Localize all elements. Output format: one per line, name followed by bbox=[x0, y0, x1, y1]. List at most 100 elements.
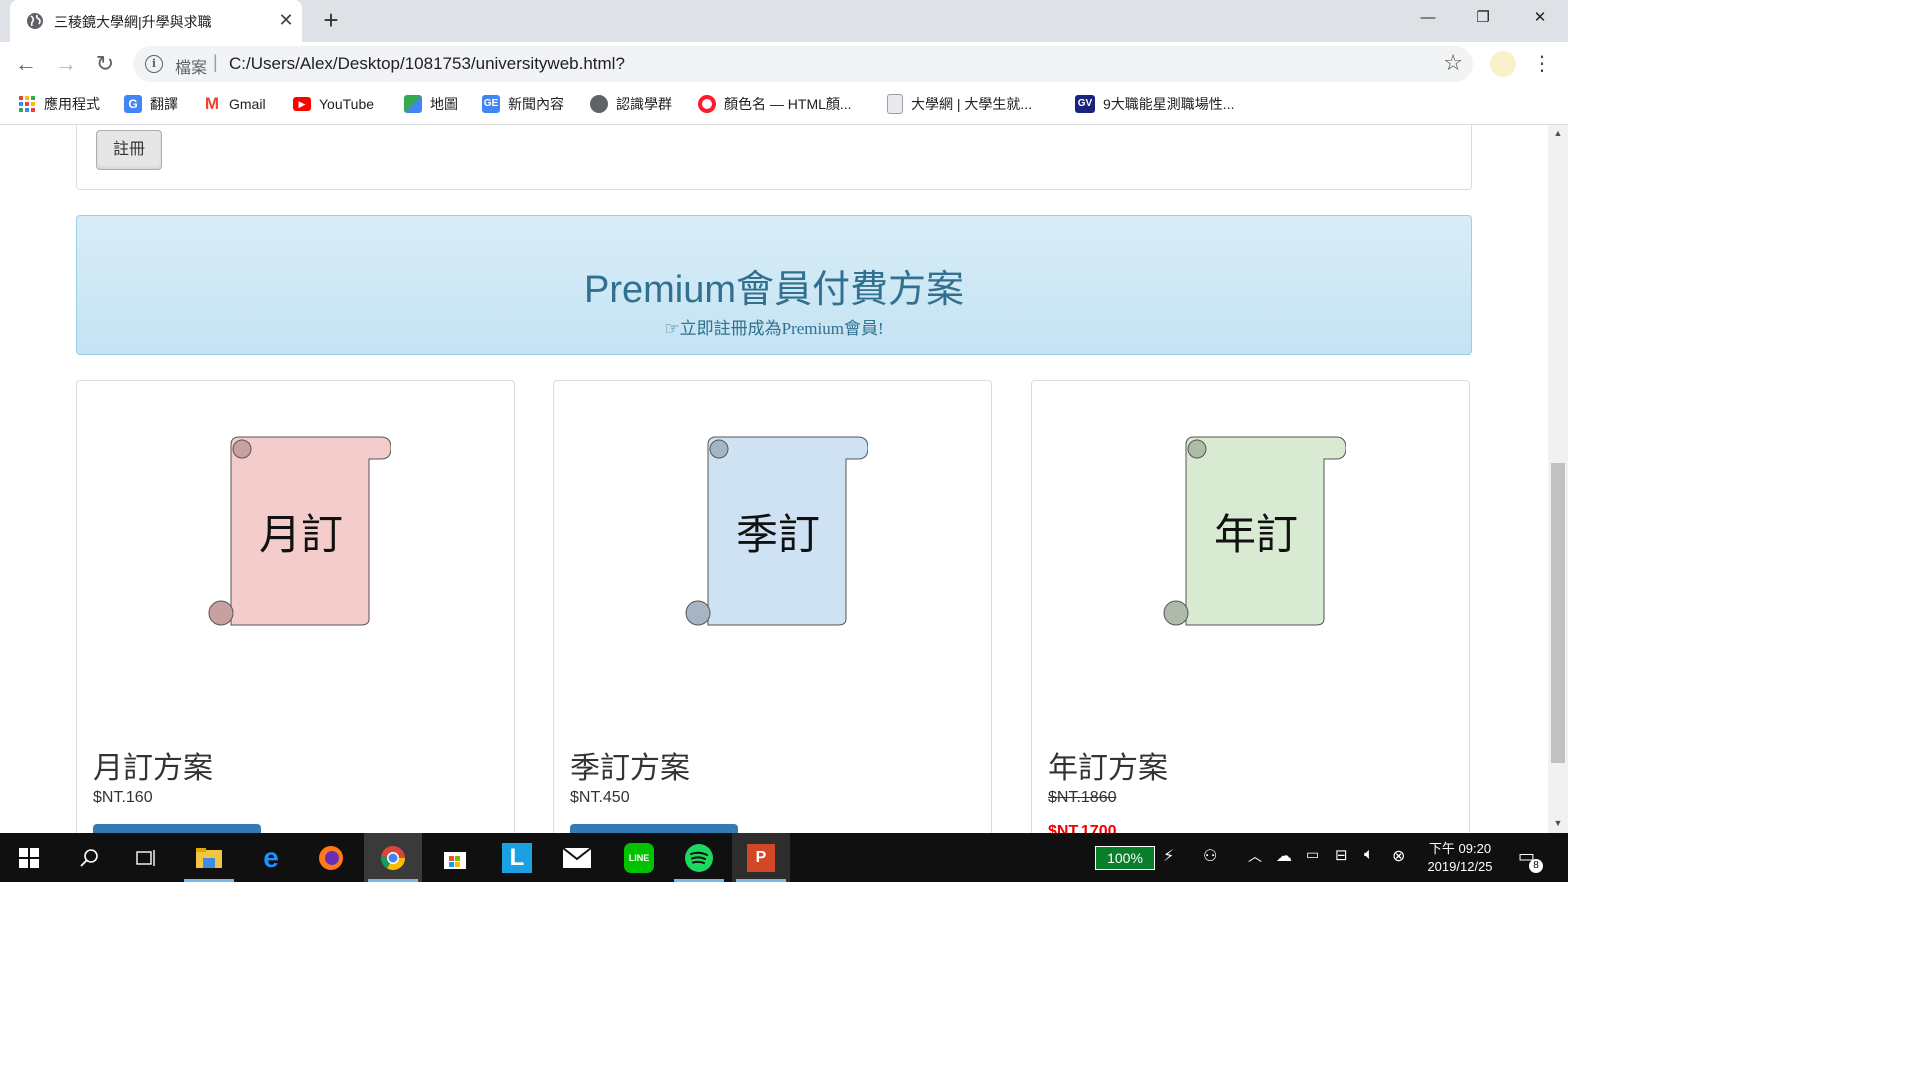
windows-taskbar: e L LINE P 100% ⚡ ⚇ ︿ ☁ ▭ ⊟ 🔈︎ ⊗ 下午 09:2… bbox=[0, 833, 1568, 882]
scroll-image-monthly: 月訂 bbox=[208, 436, 391, 626]
scroll-image-quarterly: 季訂 bbox=[685, 436, 868, 626]
line-icon: LINE bbox=[624, 842, 654, 873]
profile-avatar[interactable] bbox=[1490, 51, 1516, 77]
mute-x-icon[interactable]: ⊗ bbox=[1392, 846, 1405, 866]
scroll-label: 年訂 bbox=[1214, 510, 1298, 559]
start-button[interactable] bbox=[0, 833, 58, 882]
menu-dots-icon[interactable]: ⋮ bbox=[1532, 50, 1552, 78]
bookmark-globe[interactable]: 認識學群 bbox=[590, 86, 672, 122]
maps-icon bbox=[404, 95, 422, 113]
search-button[interactable] bbox=[60, 833, 118, 882]
bookmark-label: 應用程式 bbox=[44, 96, 100, 112]
chrome-app[interactable] bbox=[364, 833, 422, 882]
tab-title: 三稜鏡大學網|升學與求職 bbox=[54, 14, 212, 30]
youtube-icon: ▶ bbox=[293, 97, 311, 111]
scroll-down-icon[interactable]: ▼ bbox=[1548, 815, 1568, 831]
bookmark-university[interactable]: 大學網 | 大學生就... bbox=[887, 86, 1032, 122]
store-icon bbox=[444, 851, 466, 869]
powerpoint-app[interactable]: P bbox=[732, 833, 790, 882]
page-viewport: 註冊 Premium會員付費方案 ☞立即註冊成為Premium會員! 月訂 月訂… bbox=[0, 125, 1548, 833]
battery-icon[interactable]: ▭ bbox=[1306, 846, 1319, 863]
subscribe-button[interactable] bbox=[570, 824, 738, 833]
edge-app[interactable]: e bbox=[242, 833, 300, 882]
document-icon bbox=[887, 94, 903, 114]
windows-logo-icon bbox=[19, 847, 39, 868]
bookmark-maps[interactable]: 地圖 bbox=[404, 86, 458, 122]
bookmark-colors[interactable]: 顏色名 — HTML顏... bbox=[698, 86, 852, 122]
hand-pointer-icon: ☞ bbox=[664, 319, 680, 339]
scrollbar-thumb[interactable] bbox=[1551, 463, 1565, 763]
bookmark-star-icon[interactable]: ☆ bbox=[1443, 50, 1463, 76]
bookmark-news[interactable]: GE 新聞內容 bbox=[482, 86, 564, 122]
browser-toolbar: ← → ↻ i 檔案 | C:/Users/Alex/Desktop/10817… bbox=[0, 42, 1568, 86]
restore-icon[interactable]: ❐ bbox=[1463, 6, 1503, 30]
bookmark-label: Gmail bbox=[229, 96, 266, 112]
folder-icon bbox=[196, 847, 222, 868]
bookmark-label: 翻譯 bbox=[150, 96, 178, 112]
tab-strip: 三稜鏡大學網|升學與求職 ✕ + — ❐ ✕ bbox=[0, 0, 1568, 42]
premium-jumbotron: Premium會員付費方案 ☞立即註冊成為Premium會員! bbox=[76, 215, 1472, 355]
file-explorer-app[interactable] bbox=[180, 833, 238, 882]
minimize-icon[interactable]: — bbox=[1408, 6, 1448, 30]
people-icon[interactable]: ⚇ bbox=[1203, 846, 1217, 866]
bookmark-label: 9大職能星測職場性... bbox=[1103, 96, 1235, 112]
network-icon[interactable]: ⊟ bbox=[1335, 846, 1348, 864]
bookmark-label: 大學網 | 大學生就... bbox=[911, 96, 1033, 112]
search-icon bbox=[80, 848, 98, 867]
spotify-app[interactable] bbox=[670, 833, 728, 882]
browser-tab[interactable]: 三稜鏡大學網|升學與求職 ✕ bbox=[10, 0, 302, 42]
bookmark-label: 認識學群 bbox=[616, 96, 672, 112]
firefox-app[interactable] bbox=[302, 833, 360, 882]
mail-app[interactable] bbox=[548, 833, 606, 882]
plan-name: 月訂方案 bbox=[93, 751, 213, 786]
gv-logo-icon: GV bbox=[1075, 95, 1095, 113]
line-app[interactable]: LINE bbox=[610, 833, 668, 882]
volume-icon[interactable]: 🔈︎ bbox=[1364, 846, 1374, 864]
clock-time[interactable]: 下午 09:20 bbox=[1418, 838, 1502, 857]
scroll-curl-bottom bbox=[1163, 600, 1189, 626]
bookmark-label: 新聞內容 bbox=[508, 96, 564, 112]
register-button[interactable]: 註冊 bbox=[96, 130, 162, 170]
spotify-icon bbox=[685, 843, 713, 872]
info-icon[interactable]: i bbox=[145, 55, 163, 73]
bookmark-career[interactable]: GV 9大職能星測職場性... bbox=[1075, 86, 1234, 122]
google-translate-icon: G bbox=[124, 95, 142, 113]
scheme-label: 檔案 bbox=[175, 60, 208, 77]
reload-icon[interactable]: ↻ bbox=[91, 50, 119, 78]
l-app-icon: L bbox=[502, 842, 532, 873]
bookmark-translate[interactable]: G 翻譯 bbox=[124, 86, 178, 122]
globe-icon bbox=[27, 13, 43, 29]
scroll-up-icon[interactable]: ▲ bbox=[1548, 125, 1568, 141]
clock-date[interactable]: 2019/12/25 bbox=[1418, 859, 1502, 874]
address-bar[interactable]: i 檔案 | C:/Users/Alex/Desktop/1081753/uni… bbox=[133, 46, 1473, 82]
url-text[interactable]: C:/Users/Alex/Desktop/1081753/university… bbox=[229, 54, 625, 74]
firefox-icon bbox=[319, 845, 343, 870]
premium-subtitle-text: 立即註冊成為Premium會員! bbox=[679, 319, 884, 338]
tab-close-icon[interactable]: ✕ bbox=[274, 8, 298, 32]
forward-icon[interactable]: → bbox=[52, 50, 80, 78]
new-tab-button[interactable]: + bbox=[318, 7, 344, 34]
globe-icon bbox=[590, 95, 608, 113]
powerpoint-icon: P bbox=[747, 843, 775, 872]
chevron-up-icon[interactable]: ︿ bbox=[1248, 846, 1262, 866]
page-scrollbar[interactable]: ▲ ▼ bbox=[1548, 125, 1568, 833]
edge-icon: e bbox=[263, 841, 279, 873]
bookmark-gmail[interactable]: M Gmail bbox=[203, 86, 266, 122]
bookmark-apps[interactable]: 應用程式 bbox=[18, 86, 100, 122]
scroll-curl-top bbox=[232, 439, 252, 459]
battery-percentage[interactable]: 100% bbox=[1095, 846, 1155, 870]
scroll-label: 月訂 bbox=[259, 510, 343, 559]
store-app[interactable] bbox=[426, 833, 484, 882]
notification-count: 8 bbox=[1529, 859, 1543, 873]
back-icon[interactable]: ← bbox=[12, 50, 40, 78]
power-plug-icon[interactable]: ⚡ bbox=[1163, 846, 1174, 866]
url-separator: | bbox=[213, 52, 218, 72]
premium-subtitle: ☞立即註冊成為Premium會員! bbox=[77, 314, 1471, 339]
l-app[interactable]: L bbox=[488, 833, 546, 882]
subscribe-button[interactable] bbox=[93, 824, 261, 833]
bookmark-label: 顏色名 — HTML顏... bbox=[724, 96, 852, 112]
task-view-button[interactable] bbox=[118, 833, 176, 882]
bookmark-youtube[interactable]: ▶ YouTube bbox=[293, 86, 374, 122]
onedrive-cloud-icon[interactable]: ☁ bbox=[1276, 846, 1292, 866]
window-close-icon[interactable]: ✕ bbox=[1520, 6, 1560, 30]
